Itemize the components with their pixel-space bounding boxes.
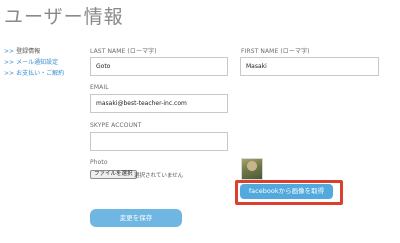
- first-name-label: FIRST NAME (ローマ字): [241, 48, 310, 55]
- last-name-input[interactable]: [90, 57, 228, 76]
- email-input[interactable]: [90, 94, 228, 113]
- page-title: ユーザー情報: [4, 6, 124, 28]
- sidebar-item-label: お支払い・ご解約: [16, 70, 65, 77]
- double-chevron-right-icon: >>: [4, 59, 15, 66]
- choose-file-button[interactable]: ファイルを選択: [90, 170, 137, 179]
- profile-photo-thumbnail: [241, 158, 263, 180]
- email-label: EMAIL: [90, 84, 109, 91]
- sidebar-item-label: 登録情報: [16, 48, 41, 55]
- photo-label: Photo: [90, 159, 108, 166]
- skype-account-input[interactable]: [90, 132, 228, 151]
- facebook-import-photo-button[interactable]: facebookから画像を取得: [240, 184, 333, 199]
- sidebar-item-label: メール通知設定: [16, 59, 59, 66]
- last-name-label: LAST NAME (ローマ字): [90, 48, 157, 55]
- skype-account-label: SKYPE ACCOUNT: [90, 122, 142, 129]
- sidebar-nav: >> 登録情報 >> メール通知設定 >> お支払い・ご解約: [4, 46, 64, 79]
- first-name-input[interactable]: [240, 57, 379, 76]
- sidebar-item-registration-info[interactable]: >> 登録情報: [4, 46, 64, 57]
- sidebar-item-email-notifications[interactable]: >> メール通知設定: [4, 57, 64, 68]
- sidebar-item-payment-cancellation[interactable]: >> お支払い・ご解約: [4, 68, 64, 79]
- save-changes-button[interactable]: 変更を保存: [90, 209, 182, 227]
- double-chevron-right-icon: >>: [4, 70, 15, 77]
- file-status-text: 選択されていません: [134, 173, 184, 179]
- double-chevron-right-icon: >>: [4, 48, 15, 55]
